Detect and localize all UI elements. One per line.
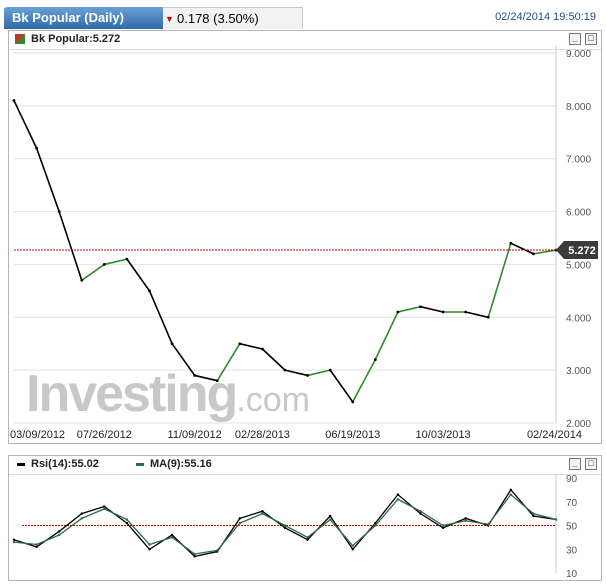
rsi-y-tick-label: 50: [566, 522, 578, 533]
rsi-line-point: [148, 548, 151, 551]
ma-line-point: [532, 512, 535, 515]
ma-line-point: [238, 521, 242, 525]
rsi-line-point: [103, 505, 106, 508]
ma-line-point: [464, 519, 467, 522]
rsi-line-point: [193, 555, 196, 558]
rsi-y-tick-label: 70: [566, 498, 578, 509]
rsi-line-point: [57, 530, 61, 533]
ma-line-point: [35, 543, 38, 546]
ma-line-point: [487, 523, 490, 526]
ma-line-point: [57, 533, 61, 537]
rsi-line-point: [441, 526, 445, 530]
rsi-line-point: [35, 545, 38, 549]
rsi-chart: 10 30 50 70 90: [12, 474, 578, 580]
rsi-line-point: [12, 538, 16, 541]
ma-line-point: [396, 498, 400, 501]
ma-line-point: [306, 536, 309, 539]
rsi-line-point: [464, 517, 467, 520]
rsi-line-point: [419, 512, 422, 515]
rsi-line-point: [351, 548, 354, 551]
rsi-y-tick-label: 90: [566, 474, 578, 485]
rsi-y-tick-label: 30: [566, 545, 578, 556]
ma-line-point: [125, 518, 129, 521]
ma-line-point: [441, 524, 445, 527]
rsi-line-point: [283, 526, 287, 530]
rsi-line-point: [328, 514, 332, 518]
ma-line-point: [261, 512, 264, 515]
ma-line-point: [80, 517, 83, 520]
ma-line-point: [351, 544, 354, 547]
rsi-line-point: [261, 510, 264, 513]
rsi-line-point: [238, 517, 242, 520]
ma-line-point: [509, 493, 513, 496]
rsi-line-point: [509, 488, 513, 492]
ma-line-point: [328, 518, 332, 521]
ma-line-point: [216, 549, 219, 552]
rsi-line-point: [125, 521, 129, 525]
rsi-line: [13, 488, 557, 558]
rsi-line-point: [170, 533, 174, 537]
ma-line-point: [12, 540, 16, 544]
ma-line-point: [554, 518, 558, 521]
ma-line-point: [148, 543, 151, 546]
ma-line-point: [193, 552, 196, 556]
ma-line-point: [103, 507, 106, 511]
ma-line-point: [170, 536, 174, 539]
rsi-line-point: [396, 493, 400, 496]
ma-line-point: [283, 524, 287, 527]
ma-line-point: [374, 524, 377, 527]
rsi-line-point: [80, 512, 83, 515]
ma-line-point: [419, 510, 422, 513]
rsi-line-point: [306, 538, 309, 541]
rsi-line-point: [532, 514, 535, 518]
rsi-y-tick-label: 10: [566, 569, 578, 580]
